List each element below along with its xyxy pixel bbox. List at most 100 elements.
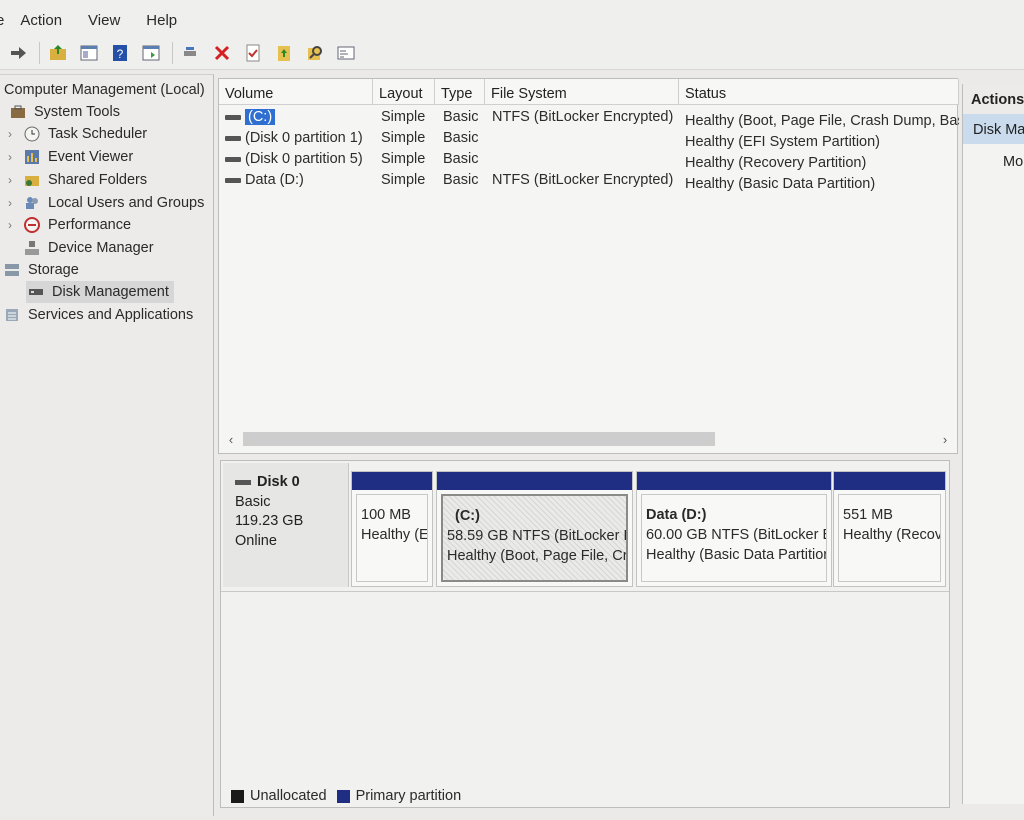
chevron-right-icon[interactable]: ›	[8, 127, 22, 141]
disk-label[interactable]: Disk 0 Basic 119.23 GB Online	[223, 463, 349, 587]
settings-icon[interactable]	[334, 41, 358, 65]
menu-action[interactable]: Action	[20, 12, 62, 29]
delete-icon[interactable]	[210, 41, 234, 65]
volume-list: Volume Layout Type File System Status (C…	[218, 78, 959, 454]
toolbar-separator	[39, 41, 40, 64]
event-viewer-icon	[22, 148, 42, 166]
actions-disk-management[interactable]: Disk Ma	[963, 114, 1024, 144]
tree-item-performance[interactable]: › Performance	[8, 214, 131, 236]
tree-root[interactable]: Computer Management (Local)	[4, 79, 205, 101]
chevron-right-icon[interactable]: ›	[8, 196, 22, 210]
tree-label: Task Scheduler	[48, 126, 148, 142]
menu-view[interactable]: View	[88, 12, 120, 29]
navigation-tree: Computer Management (Local) System Tools…	[0, 74, 214, 816]
tree-item-system-tools[interactable]: System Tools	[8, 101, 120, 123]
scroll-right-icon[interactable]: ›	[937, 429, 953, 449]
volume-type: Basic	[443, 130, 479, 146]
back-arrow-icon[interactable]	[6, 41, 30, 65]
volume-fs	[492, 149, 678, 170]
menu-help[interactable]: Help	[146, 12, 177, 29]
device-manager-icon	[22, 239, 42, 257]
scroll-left-icon[interactable]: ‹	[223, 429, 239, 449]
chevron-right-icon[interactable]: ›	[8, 150, 22, 164]
volume-icon	[225, 177, 241, 183]
volume-layout: Simple	[381, 109, 426, 125]
search-icon[interactable]	[303, 41, 327, 65]
volume-name: Data (D:)	[245, 172, 304, 188]
svg-text:?: ?	[117, 47, 124, 61]
scrollbar-thumb[interactable]	[243, 432, 715, 446]
toolbar: ?	[0, 36, 1024, 70]
toolbar-separator	[172, 41, 173, 64]
chevron-right-icon[interactable]: ›	[8, 173, 22, 187]
partition-status: Healthy (E	[361, 527, 428, 543]
tree-label: Event Viewer	[48, 149, 134, 165]
tree-item-device-manager[interactable]: Device Manager	[22, 237, 154, 259]
volume-status: Healthy (Basic Data Partition)	[685, 176, 876, 192]
tree-item-services[interactable]: Services and Applications	[2, 304, 193, 326]
partition-d[interactable]: Data (D:) 60.00 GB NTFS (BitLocker Er He…	[636, 471, 832, 587]
partition-efi[interactable]: 100 MB Healthy (E	[351, 471, 433, 587]
volume-layout: Simple	[381, 151, 426, 167]
users-icon	[22, 194, 42, 212]
table-row[interactable]: Data (D:) Simple Basic NTFS (BitLocker E…	[219, 170, 959, 192]
partition-title: (C:)	[455, 508, 480, 524]
tree-item-task-scheduler[interactable]: › Task Scheduler	[8, 123, 147, 145]
partition-body: (C:) 58.59 GB NTFS (BitLocker Er Healthy…	[441, 494, 628, 582]
tree-label: Local Users and Groups	[48, 195, 205, 211]
volume-fs	[492, 128, 678, 149]
horizontal-scrollbar[interactable]: ‹ ›	[223, 429, 953, 449]
partition-c[interactable]: (C:) 58.59 GB NTFS (BitLocker Er Healthy…	[436, 471, 633, 587]
table-row[interactable]: (Disk 0 partition 1) Simple Basic Health…	[219, 128, 959, 150]
partition-size: 58.59 GB NTFS (BitLocker Er	[447, 528, 628, 544]
column-header-volume[interactable]: Volume	[219, 79, 373, 105]
menu-file[interactable]: e	[0, 12, 4, 29]
column-header-status[interactable]: Status	[679, 79, 959, 105]
console-icon[interactable]	[77, 41, 101, 65]
partition-body: 100 MB Healthy (E	[356, 494, 428, 582]
partition-title: Data (D:)	[646, 507, 707, 523]
disk-management-icon	[26, 283, 46, 301]
disk-state: Online	[235, 532, 277, 549]
tree-item-disk-management[interactable]: Disk Management	[26, 281, 174, 303]
connect-icon[interactable]	[179, 41, 203, 65]
legend-swatch-primary	[336, 789, 350, 803]
tree-label: Shared Folders	[48, 172, 148, 188]
partition-status: Healthy (Recov	[843, 527, 941, 543]
table-row[interactable]: (C:) Simple Basic NTFS (BitLocker Encryp…	[219, 107, 959, 129]
volume-name: (Disk 0 partition 1)	[245, 130, 363, 146]
partition-size: 100 MB	[361, 507, 411, 523]
export-icon[interactable]	[272, 41, 296, 65]
volume-layout: Simple	[381, 130, 426, 146]
tree-label: Services and Applications	[28, 307, 194, 323]
volume-type: Basic	[443, 172, 479, 188]
tree-item-local-users[interactable]: › Local Users and Groups	[8, 192, 204, 214]
up-folder-icon[interactable]	[46, 41, 70, 65]
tree-label: Performance	[48, 217, 132, 233]
toolbox-icon	[8, 103, 28, 121]
disk-icon	[235, 480, 251, 486]
tree-label: Device Manager	[48, 240, 154, 256]
volume-icon	[225, 114, 241, 120]
volume-icon	[225, 135, 241, 141]
menu-bar: e Action View Help	[0, 0, 1024, 40]
tree-item-event-viewer[interactable]: › Event Viewer	[8, 146, 133, 168]
volume-type: Basic	[443, 109, 479, 125]
check-icon[interactable]	[241, 41, 265, 65]
column-header-layout[interactable]: Layout	[373, 79, 435, 105]
tree-item-storage[interactable]: Storage	[2, 259, 79, 281]
tree-root-label: Computer Management (Local)	[4, 82, 205, 98]
partition-recovery[interactable]: 551 MB Healthy (Recov	[833, 471, 946, 587]
shared-folder-icon	[22, 171, 42, 189]
help-icon[interactable]: ?	[108, 41, 132, 65]
actions-more[interactable]: Mo	[963, 144, 1024, 170]
chevron-right-icon[interactable]: ›	[8, 218, 22, 232]
table-row[interactable]: (Disk 0 partition 5) Simple Basic Health…	[219, 149, 959, 171]
column-header-type[interactable]: Type	[435, 79, 485, 105]
tree-item-shared-folders[interactable]: › Shared Folders	[8, 169, 147, 191]
partition-size: 60.00 GB NTFS (BitLocker Er	[646, 527, 827, 543]
partition-status: Healthy (Boot, Page File, Cra	[447, 548, 628, 564]
properties-icon[interactable]	[139, 41, 163, 65]
volume-name: (Disk 0 partition 5)	[245, 151, 363, 167]
column-header-file-system[interactable]: File System	[485, 79, 679, 105]
